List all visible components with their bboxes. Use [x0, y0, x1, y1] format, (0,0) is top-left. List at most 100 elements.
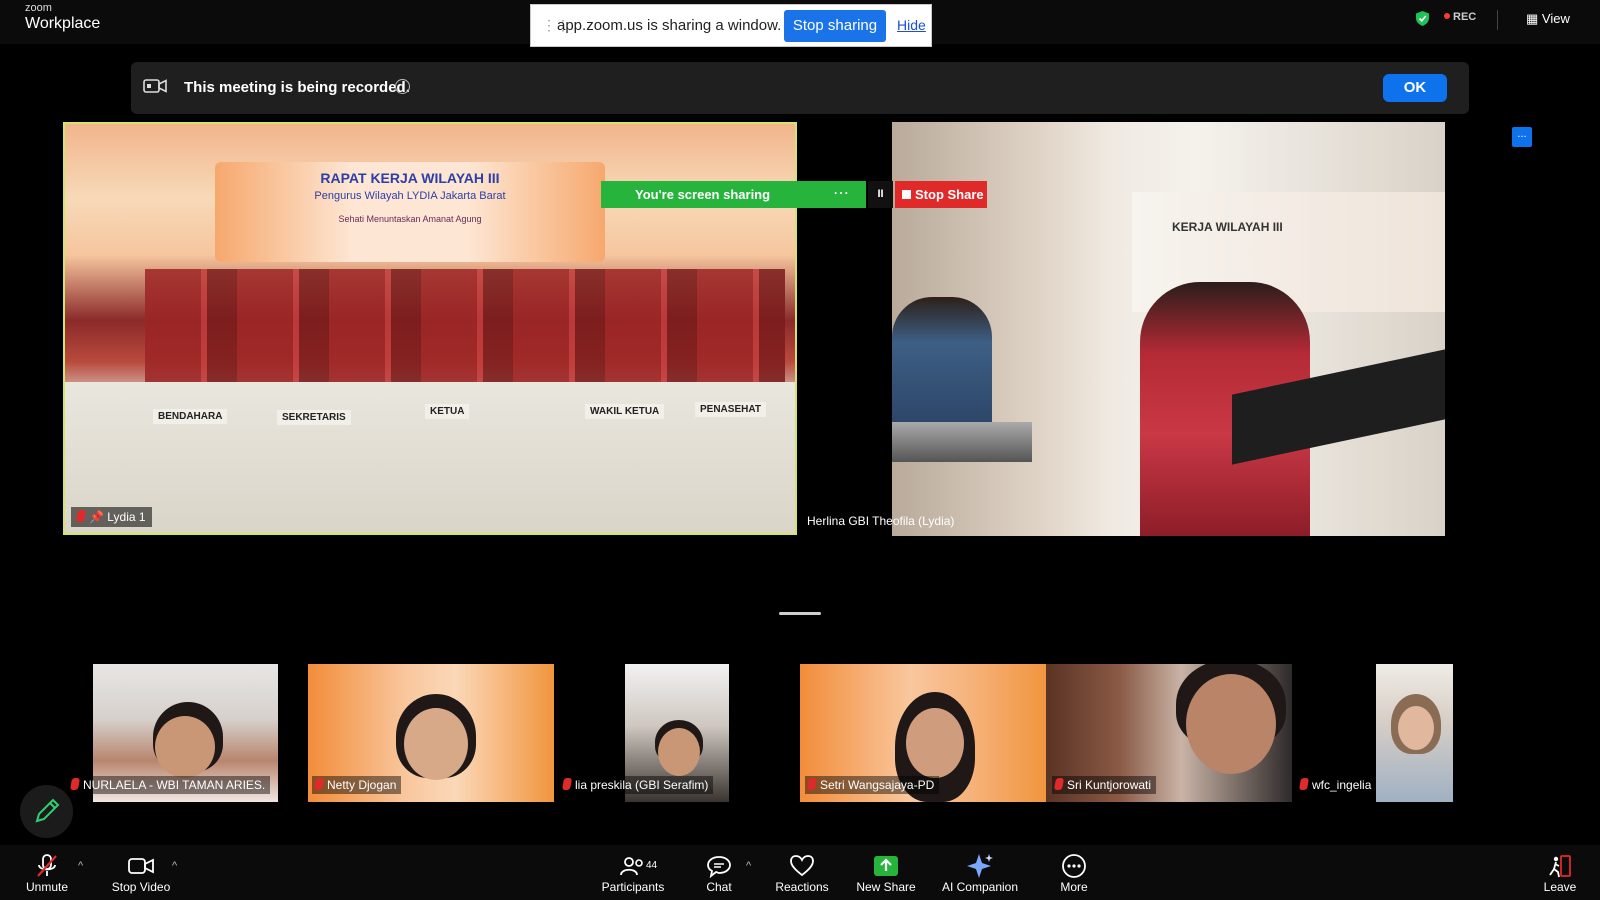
participant-name: Netty Djogan — [327, 778, 397, 792]
name-card: PENASEHAT — [695, 402, 766, 417]
pause-share-button[interactable]: II — [868, 181, 893, 208]
recording-indicator[interactable]: REC — [1444, 11, 1476, 23]
brand-small: zoom — [25, 2, 52, 14]
participant-name: Setri Wangsajaya-PD — [820, 778, 935, 792]
chevron-up-icon[interactable]: ^ — [746, 860, 751, 872]
name-card: KETUA — [425, 404, 470, 419]
grid-icon: ▦ — [1526, 11, 1539, 26]
stop-sharing-button[interactable]: Stop sharing — [784, 10, 886, 42]
brand-title: Workplace — [25, 15, 101, 32]
person-face — [906, 708, 964, 778]
stop-video-button[interactable]: Stop Video — [108, 852, 174, 894]
security-shield-icon[interactable] — [1416, 11, 1429, 26]
rec-dot-icon — [1444, 13, 1450, 19]
seated-people — [145, 269, 785, 384]
more-icon — [1062, 854, 1086, 878]
info-icon[interactable]: i — [395, 79, 410, 94]
screen-sharing-controls: You're screen sharing ⋯ II Stop Share — [601, 181, 987, 208]
rec-label: REC — [1453, 11, 1477, 23]
participant-name: Herlina GBI Theofila (Lydia) — [807, 514, 955, 528]
more-button[interactable]: More — [1052, 852, 1096, 894]
participant-name-tag: 📌 Lydia 1 — [71, 507, 152, 527]
ai-companion-button[interactable]: AI Companion — [938, 852, 1022, 894]
pin-icon: 📌 — [89, 510, 104, 524]
participants-count: 44 — [646, 860, 658, 871]
leave-button[interactable]: Leave — [1542, 852, 1578, 894]
muted-microphone-icon — [37, 854, 57, 877]
reactions-label: Reactions — [775, 880, 829, 894]
participant-name: Lydia 1 — [107, 510, 146, 524]
sparkle-icon — [967, 854, 993, 878]
chevron-up-icon[interactable]: ^ — [172, 860, 177, 872]
muted-mic-icon — [75, 510, 87, 522]
divider — [1497, 10, 1498, 30]
chat-icon — [707, 856, 731, 878]
zoom-logo: zoom Workplace — [25, 3, 100, 32]
share-screen-icon — [874, 856, 898, 876]
person-face — [404, 708, 468, 780]
participants-icon — [620, 857, 643, 876]
recording-notice-text: This meeting is being recorded. — [184, 79, 410, 96]
tile-options-button[interactable]: ... — [1512, 127, 1532, 147]
ai-companion-label: AI Companion — [941, 880, 1019, 894]
person-face — [1186, 674, 1276, 774]
leave-label: Leave — [1543, 880, 1577, 894]
resize-handle[interactable] — [779, 612, 821, 615]
wall-banner-text: KERJA WILAYAH III — [1172, 220, 1283, 234]
video-camera-icon — [143, 79, 167, 93]
annotate-button[interactable] — [20, 785, 73, 838]
thumbnail-tile[interactable] — [1376, 664, 1453, 802]
banner-subtitle: Pengurus Wilayah LYDIA Jakarta Barat — [314, 190, 506, 202]
unmute-label: Unmute — [25, 880, 69, 894]
screen-sharing-status[interactable]: You're screen sharing — [601, 181, 866, 208]
new-share-button[interactable]: New Share — [854, 852, 918, 894]
thumbnail-name-tag: Sri Kuntjorowati — [1052, 776, 1157, 794]
participants-label: Participants — [601, 880, 665, 894]
pencil-icon — [35, 798, 60, 823]
reactions-button[interactable]: Reactions — [774, 852, 830, 894]
more-options-icon[interactable]: ⋯ — [833, 183, 850, 203]
heart-icon — [790, 855, 814, 877]
unmute-button[interactable]: Unmute — [22, 852, 72, 894]
stop-square-icon — [902, 190, 911, 199]
thumbnail-name-tag: Netty Djogan — [312, 776, 402, 794]
chevron-up-icon[interactable]: ^ — [78, 860, 83, 872]
participant-name: lia preskila (GBI Serafim) — [575, 778, 709, 792]
banner-tagline: Sehati Menuntaskan Amanat Agung — [338, 214, 482, 224]
thumbnail-name-tag: wfc_ingelia — [1297, 776, 1377, 794]
person-face — [658, 728, 700, 776]
participant-name: Sri Kuntjorowati — [1067, 778, 1152, 792]
chat-button[interactable]: Chat — [699, 852, 739, 894]
pianist — [892, 297, 992, 427]
banner-title: RAPAT KERJA WILAYAH III — [320, 170, 500, 186]
keyboard-instrument — [892, 422, 1032, 462]
video-camera-icon — [128, 858, 154, 874]
drag-handle-icon[interactable]: ⋮⋮ — [542, 17, 570, 35]
participant-name: NURLAELA - WBI TAMAN ARIES. — [83, 778, 266, 792]
recording-notice-banner: This meeting is being recorded. i OK — [131, 62, 1469, 114]
name-card: BENDAHARA — [153, 409, 228, 424]
hide-link[interactable]: Hide — [897, 17, 926, 33]
screen-sharing-label: You're screen sharing — [635, 187, 771, 202]
thumbnail-name-tag: lia preskila (GBI Serafim) — [560, 776, 714, 794]
name-card: WAKIL KETUA — [585, 404, 665, 419]
stop-share-label: Stop Share — [915, 187, 984, 202]
thumbnail-name-tag: NURLAELA - WBI TAMAN ARIES. — [68, 776, 271, 794]
view-button[interactable]: ▦ View — [1526, 11, 1570, 27]
muted-mic-icon — [561, 778, 573, 790]
sharing-notification-bar: ⋮⋮ app.zoom.us is sharing a window. Stop… — [530, 4, 932, 47]
person-face — [155, 716, 215, 778]
sharing-message: app.zoom.us is sharing a window. — [557, 17, 782, 34]
muted-mic-icon — [1053, 778, 1065, 790]
stop-share-button[interactable]: Stop Share — [895, 181, 987, 208]
muted-mic-icon — [313, 778, 325, 790]
event-banner: RAPAT KERJA WILAYAH III Pengurus Wilayah… — [215, 162, 605, 262]
ok-button[interactable]: OK — [1383, 74, 1447, 102]
chat-label: Chat — [706, 880, 732, 894]
leave-icon — [1549, 855, 1571, 878]
participants-button[interactable]: Participants — [598, 852, 668, 894]
stop-video-label: Stop Video — [111, 880, 171, 894]
muted-mic-icon — [1298, 778, 1310, 790]
participant-name: wfc_ingelia — [1312, 778, 1372, 792]
view-label: View — [1541, 11, 1570, 26]
